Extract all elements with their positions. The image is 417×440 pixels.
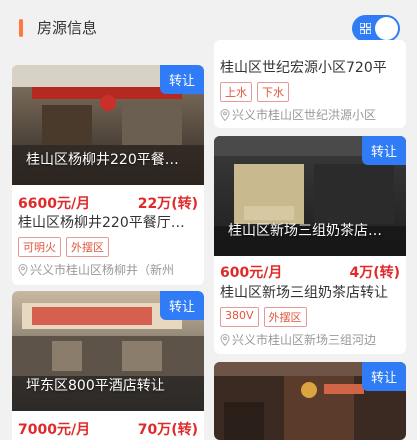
tag: 380V	[220, 307, 259, 327]
listing-card[interactable]: 桂山区世纪宏源小区720平 上水 下水 兴义市桂山区世纪洪源小区	[214, 40, 406, 128]
tag-list: 380V 外摆区	[220, 307, 307, 327]
listing-photo: 转让 桂山区新场三组奶茶店转让	[214, 136, 406, 256]
listing-photo: 转让 坪东区800平酒店转让	[12, 291, 204, 411]
address-text: 兴义市桂山区杨柳井（新州	[30, 263, 175, 277]
status-badge: 转让	[361, 362, 406, 391]
transfer-fee: 22万(转)	[137, 196, 198, 212]
status-badge: 转让	[159, 291, 204, 320]
layout-toggle[interactable]	[352, 15, 400, 42]
tag: 可明火	[18, 237, 61, 257]
tag: 下水	[257, 82, 289, 102]
photo-caption: 坪东区800平酒店转让	[26, 378, 165, 394]
listing-card[interactable]: 转让	[214, 362, 406, 440]
toggle-knob	[375, 17, 398, 40]
tag-list: 可明火 外摆区	[18, 237, 109, 257]
price-row: 6600元/月 22万(转)	[18, 193, 198, 213]
listing-card[interactable]: 转让 桂山区杨柳井220平餐厅转让 6600元/月 22万(转) 桂山区杨柳井2…	[12, 65, 204, 285]
address-text: 兴义市桂山区新场三组河边	[232, 333, 377, 347]
listing-card[interactable]: 转让 桂山区新场三组奶茶店转让 600元/月 4万(转) 桂山区新场三组奶茶店转…	[214, 136, 406, 354]
listing-title: 桂山区世纪宏源小区720平	[220, 60, 387, 76]
listing-photo: 转让	[214, 362, 406, 440]
price-row: 7000元/月 70万(转)	[18, 419, 198, 439]
tag-list: 上水 下水	[220, 82, 289, 102]
listing-title: 桂山区新场三组奶茶店转让	[220, 285, 388, 301]
page-title: 房源信息	[37, 19, 98, 37]
status-badge: 转让	[159, 65, 204, 94]
listing-card[interactable]: 转让 坪东区800平酒店转让 7000元/月 70万(转)	[12, 291, 204, 440]
transfer-fee: 70万(转)	[137, 422, 198, 438]
address-text: 兴义市桂山区世纪洪源小区	[232, 108, 377, 122]
tag: 外摆区	[263, 307, 307, 327]
listing-photo: 转让 桂山区杨柳井220平餐厅转让	[12, 65, 204, 185]
transfer-fee: 4万(转)	[349, 265, 400, 281]
location-pin-icon	[18, 263, 28, 276]
rent-price: 600元/月	[220, 265, 283, 281]
photo-caption: 桂山区杨柳井220平餐厅转让	[26, 152, 186, 168]
price-row: 600元/月 4万(转)	[220, 262, 400, 282]
address: 兴义市桂山区新场三组河边	[220, 331, 402, 348]
location-pin-icon	[220, 333, 230, 346]
address: 兴义市桂山区杨柳井（新州	[18, 261, 200, 278]
address: 兴义市桂山区世纪洪源小区	[220, 106, 402, 123]
location-pin-icon	[220, 108, 230, 121]
rent-price: 7000元/月	[18, 422, 91, 438]
tag: 外摆区	[66, 237, 109, 257]
rent-price: 6600元/月	[18, 196, 91, 212]
tag: 上水	[220, 82, 252, 102]
photo-caption: 桂山区新场三组奶茶店转让	[228, 223, 388, 239]
status-badge: 转让	[361, 136, 406, 165]
grid-icon	[360, 23, 371, 34]
header-accent-bar	[19, 19, 23, 37]
listing-title: 桂山区杨柳井220平餐厅转让	[18, 215, 198, 231]
